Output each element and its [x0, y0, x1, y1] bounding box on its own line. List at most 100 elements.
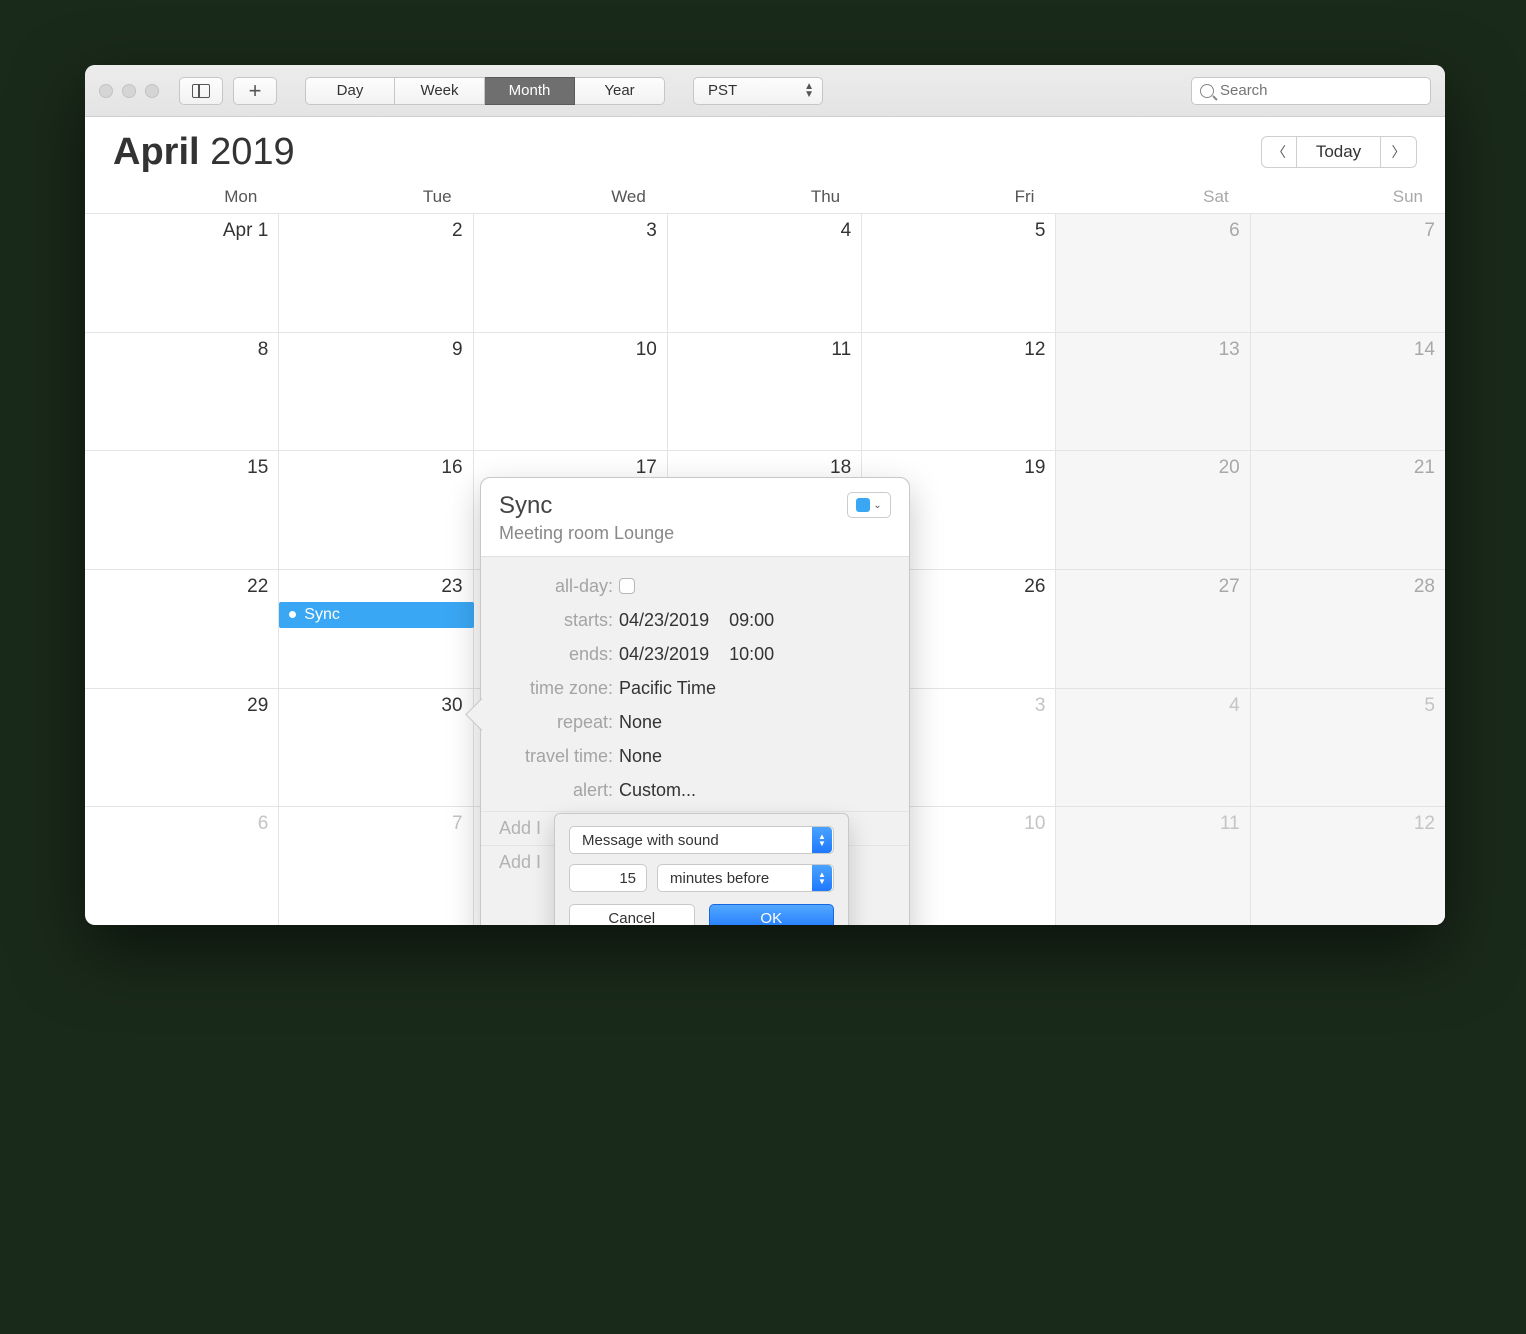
day-cell[interactable]: 2	[279, 213, 473, 332]
repeat-value[interactable]: None	[619, 712, 662, 733]
weekday-fri: Fri	[862, 187, 1056, 207]
ends-time[interactable]: 10:00	[729, 644, 774, 665]
weekday-thu: Thu	[668, 187, 862, 207]
day-cell[interactable]: 23Sync	[279, 569, 473, 688]
event-chip[interactable]: Sync	[279, 602, 473, 628]
weekday-sat: Sat	[1056, 187, 1250, 207]
weekday-sun: Sun	[1251, 187, 1445, 207]
alert-unit-select[interactable]: minutes before ▲▼	[657, 864, 834, 892]
day-cell[interactable]: 9	[279, 332, 473, 451]
day-cell[interactable]: 7	[279, 806, 473, 925]
event-location[interactable]: Meeting room Lounge	[499, 523, 674, 544]
day-cell[interactable]: 8	[85, 332, 279, 451]
chevron-left-icon: 〈	[1272, 142, 1286, 162]
timezone-value-field[interactable]: Pacific Time	[619, 678, 716, 699]
day-cell[interactable]: 5	[862, 213, 1056, 332]
chevron-down-icon: ⌄	[873, 500, 881, 511]
popover-header: Sync Meeting room Lounge ⌄	[481, 478, 909, 557]
day-cell[interactable]: 11	[668, 332, 862, 451]
label-timezone: time zone:	[499, 678, 619, 699]
label-all-day: all-day:	[499, 576, 619, 597]
close-window-button[interactable]	[99, 84, 113, 98]
minimize-window-button[interactable]	[122, 84, 136, 98]
week-row: 891011121314	[85, 332, 1445, 451]
search-field[interactable]	[1191, 77, 1431, 105]
dropdown-arrows-icon: ▲▼	[812, 865, 832, 891]
search-input[interactable]	[1220, 82, 1422, 99]
day-cell[interactable]: 4	[668, 213, 862, 332]
alert-value[interactable]: Custom...	[619, 780, 696, 801]
dropdown-arrows-icon: ▲▼	[812, 827, 832, 853]
day-cell[interactable]: 28	[1251, 569, 1445, 688]
starts-date[interactable]: 04/23/2019	[619, 610, 709, 631]
toggle-sidebar-button[interactable]	[179, 77, 223, 105]
day-cell[interactable]: 7	[1251, 213, 1445, 332]
next-month-button[interactable]: 〉	[1381, 136, 1417, 168]
toolbar: + Day Week Month Year PST ▲▼	[85, 65, 1445, 117]
day-cell[interactable]: 10	[474, 332, 668, 451]
tab-year[interactable]: Year	[575, 77, 665, 105]
timezone-value: PST	[708, 82, 737, 99]
label-repeat: repeat:	[499, 712, 619, 733]
calendar-header: April 2019 〈 Today 〉	[85, 117, 1445, 187]
title-year: 2019	[210, 131, 295, 173]
day-cell[interactable]: 13	[1056, 332, 1250, 451]
today-button[interactable]: Today	[1297, 136, 1381, 168]
weekday-header: MonTueWedThuFriSatSun	[85, 187, 1445, 213]
day-cell[interactable]: 29	[85, 688, 279, 807]
day-cell[interactable]: 30	[279, 688, 473, 807]
alert-type-select[interactable]: Message with sound ▲▼	[569, 826, 834, 854]
alert-type-value: Message with sound	[582, 832, 719, 849]
day-cell[interactable]: 4	[1056, 688, 1250, 807]
tab-month[interactable]: Month	[485, 77, 575, 105]
event-title[interactable]: Sync	[499, 492, 674, 520]
day-cell[interactable]: 12	[862, 332, 1056, 451]
label-ends: ends:	[499, 644, 619, 665]
day-cell[interactable]: 6	[1056, 213, 1250, 332]
day-cell[interactable]: 15	[85, 450, 279, 569]
day-cell[interactable]: 20	[1056, 450, 1250, 569]
calendar-color-swatch	[856, 498, 870, 512]
stepper-arrows-icon: ▲▼	[804, 83, 814, 99]
tab-week[interactable]: Week	[395, 77, 485, 105]
prev-month-button[interactable]: 〈	[1261, 136, 1297, 168]
day-cell[interactable]: 21	[1251, 450, 1445, 569]
event-popover: Sync Meeting room Lounge ⌄ all-day: star…	[480, 477, 910, 925]
month-nav: 〈 Today 〉	[1261, 136, 1417, 168]
tab-day[interactable]: Day	[305, 77, 395, 105]
ok-button[interactable]: OK	[709, 904, 835, 925]
label-starts: starts:	[499, 610, 619, 631]
travel-value[interactable]: None	[619, 746, 662, 767]
page-title: April 2019	[113, 131, 295, 174]
day-cell[interactable]: 11	[1056, 806, 1250, 925]
label-travel: travel time:	[499, 746, 619, 767]
calendar-picker[interactable]: ⌄	[847, 492, 891, 518]
all-day-checkbox[interactable]	[619, 578, 635, 594]
event-dot-icon	[289, 611, 296, 618]
day-cell[interactable]: 5	[1251, 688, 1445, 807]
weekday-tue: Tue	[279, 187, 473, 207]
alert-amount-input[interactable]	[569, 864, 647, 892]
week-row: Apr 1234567	[85, 213, 1445, 332]
day-cell[interactable]: 14	[1251, 332, 1445, 451]
cancel-button[interactable]: Cancel	[569, 904, 695, 925]
weekday-mon: Mon	[85, 187, 279, 207]
chevron-right-icon: 〉	[1392, 142, 1406, 162]
add-event-button[interactable]: +	[233, 77, 277, 105]
title-month: April	[113, 131, 200, 173]
day-cell[interactable]: Apr 1	[85, 213, 279, 332]
day-cell[interactable]: 6	[85, 806, 279, 925]
day-cell[interactable]: 16	[279, 450, 473, 569]
day-cell[interactable]: 27	[1056, 569, 1250, 688]
view-segmented-control: Day Week Month Year	[305, 77, 665, 105]
day-cell[interactable]: 3	[474, 213, 668, 332]
timezone-select[interactable]: PST ▲▼	[693, 77, 823, 105]
day-cell[interactable]: 22	[85, 569, 279, 688]
ends-date[interactable]: 04/23/2019	[619, 644, 709, 665]
starts-time[interactable]: 09:00	[729, 610, 774, 631]
window-controls	[99, 84, 159, 98]
day-cell[interactable]: 12	[1251, 806, 1445, 925]
event-chip-label: Sync	[304, 606, 340, 624]
alert-unit-value: minutes before	[670, 870, 769, 887]
zoom-window-button[interactable]	[145, 84, 159, 98]
